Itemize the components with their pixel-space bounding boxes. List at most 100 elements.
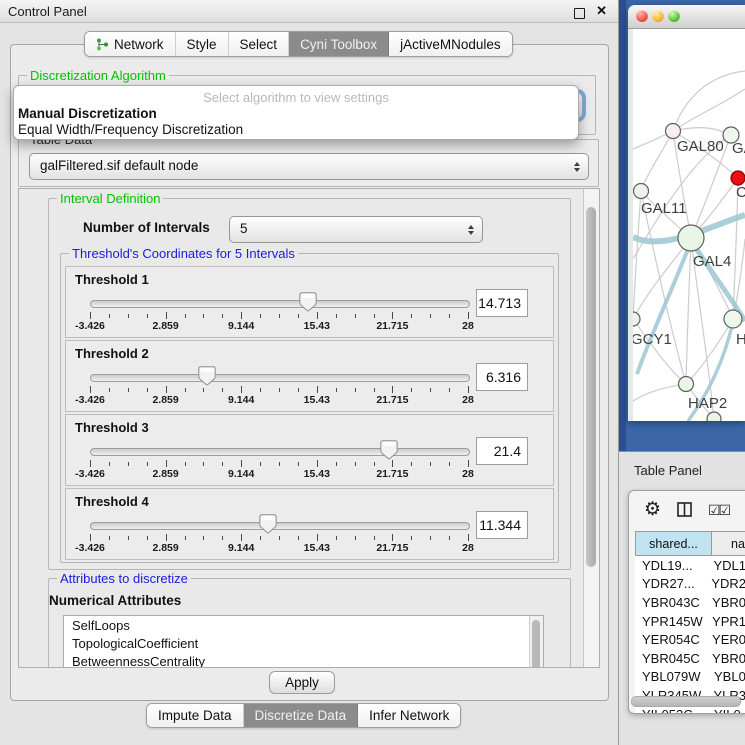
tab-network[interactable]: Network <box>85 32 176 56</box>
zoom-traffic-light-icon[interactable] <box>668 10 680 22</box>
node-label-h: H <box>736 331 745 348</box>
table-row[interactable]: YBL079WYBL0 <box>635 668 745 687</box>
network-canvas[interactable]: GAL80GACGAL11GAL4GCY1HHAP2 <box>633 29 745 421</box>
slider-track[interactable] <box>90 300 470 308</box>
table-data-value: galFiltered.sif default node <box>40 158 198 173</box>
table-data-combobox[interactable]: galFiltered.sif default node <box>29 153 589 180</box>
num-intervals-combobox[interactable]: 5 <box>229 216 483 243</box>
threshold-value-field[interactable]: 6.316 <box>476 363 528 391</box>
slider-ticks <box>90 534 468 542</box>
attribute-item-betweennesscentrality[interactable]: BetweennessCentrality <box>64 652 543 668</box>
network-edge <box>633 384 686 401</box>
table-row[interactable]: YDL19...YDL1 <box>635 556 745 575</box>
float-icon[interactable] <box>574 8 585 19</box>
panel-scrollbar[interactable] <box>583 189 599 667</box>
slider-tick-labels: -3.4262.8599.14415.4321.71528 <box>90 468 468 480</box>
tab-impute-data[interactable]: Impute Data <box>147 704 244 727</box>
threshold-value-field[interactable]: 14.713 <box>476 289 528 317</box>
bottom-tab-bar: Impute DataDiscretize DataInfer Network <box>146 703 461 728</box>
tab-select[interactable]: Select <box>229 32 290 56</box>
algorithm-hint: Select algorithm to view settings <box>14 90 578 105</box>
algorithm-option-manual-discretization[interactable]: Manual Discretization <box>14 105 578 121</box>
slider-ticks <box>90 386 468 394</box>
network-node[interactable] <box>666 124 681 139</box>
tab-label: Cyni Toolbox <box>300 37 377 52</box>
algorithm-option-equal-width-frequency-discretization[interactable]: Equal Width/Frequency Discretization <box>14 121 578 137</box>
attributes-listbox[interactable]: SelfLoopsTopologicalCoefficientBetweenne… <box>63 615 544 668</box>
cell-shared-name: YIL052C <box>635 707 714 714</box>
apply-button[interactable]: Apply <box>269 671 335 694</box>
attributes-scrollbar-thumb[interactable] <box>532 620 540 668</box>
table-row[interactable]: YBR045CYBR0 <box>635 649 745 668</box>
attribute-item-topologicalcoefficient[interactable]: TopologicalCoefficient <box>64 634 543 652</box>
threshold-value-field[interactable]: 21.4 <box>476 437 528 465</box>
network-node[interactable] <box>724 310 742 328</box>
table-header: shared... na <box>635 531 745 556</box>
network-edge <box>641 131 673 191</box>
panel-scrollbar-thumb[interactable] <box>586 207 596 567</box>
cell-shared-name: YDL19... <box>635 558 713 573</box>
network-node[interactable] <box>633 312 640 326</box>
slider-handle[interactable] <box>380 440 398 460</box>
control-panel-titlebar: Control Panel ✕ <box>0 0 618 23</box>
slider-tick-labels: -3.4262.8599.14415.4321.71528 <box>90 542 468 554</box>
combo-arrows-icon <box>574 162 580 172</box>
close-traffic-light-icon[interactable] <box>636 10 648 22</box>
slider-handle[interactable] <box>299 292 317 312</box>
slider-tick-labels: -3.4262.8599.14415.4321.71528 <box>90 320 468 332</box>
network-node[interactable] <box>634 184 649 199</box>
table-hscrollbar[interactable] <box>631 696 741 707</box>
checkbox-icon[interactable]: ☑☑ <box>708 502 729 519</box>
table-data-group: Table Data galFiltered.sif default node <box>18 139 599 187</box>
network-view-background: GAL80GACGAL11GAL4GCY1HHAP2 <box>619 0 745 451</box>
slider-tick-labels: -3.4262.8599.14415.4321.71528 <box>90 394 468 406</box>
tab-style[interactable]: Style <box>176 32 229 56</box>
cell-name: YBR0 <box>712 595 745 610</box>
column-header-shared-name[interactable]: shared... <box>635 531 712 556</box>
tab-label: Style <box>187 37 217 52</box>
table-row[interactable]: YER054CYER0 <box>635 630 745 649</box>
network-node[interactable] <box>707 412 721 421</box>
num-intervals-value: 5 <box>240 221 248 236</box>
network-icon <box>96 38 109 51</box>
node-label-gcy1: GCY1 <box>633 331 672 348</box>
network-window: GAL80GACGAL11GAL4GCY1HHAP2 <box>628 5 745 421</box>
cyni-toolbox-panel: Discretization Algorithm Select algorith… <box>10 44 609 701</box>
interval-definition-group: Interval Definition Number of Intervals … <box>48 198 571 570</box>
tab-discretize-data[interactable]: Discretize Data <box>244 704 359 727</box>
slider-track[interactable] <box>90 374 470 382</box>
node-label-c: C <box>736 184 745 201</box>
tab-jactivemnodules[interactable]: jActiveMNodules <box>389 32 512 56</box>
attributes-group: Attributes to discretize Numerical Attri… <box>48 578 571 668</box>
table-row[interactable]: YDR27...YDR2 <box>635 575 745 594</box>
table-panel-window: ⚙ ☑☑ shared... na YDL19...YDL1YDR27...YD… <box>628 490 745 714</box>
column-header-name[interactable]: na <box>712 531 745 556</box>
slider-handle[interactable] <box>198 366 216 386</box>
threshold-value-field[interactable]: 11.344 <box>476 511 528 539</box>
cell-shared-name: YDR27... <box>635 576 711 591</box>
right-area: GAL80GACGAL11GAL4GCY1HHAP2 Table Panel ⚙… <box>619 0 745 745</box>
gear-icon[interactable]: ⚙ <box>644 498 661 521</box>
columns-icon[interactable] <box>677 502 693 523</box>
attributes-scrollbar[interactable] <box>529 616 543 668</box>
close-icon[interactable]: ✕ <box>596 3 607 19</box>
algorithm-options: Manual DiscretizationEqual Width/Frequen… <box>14 105 578 137</box>
slider-track[interactable] <box>90 448 470 456</box>
network-graph: GAL80GACGAL11GAL4GCY1HHAP2 <box>633 29 745 421</box>
minimize-traffic-light-icon[interactable] <box>652 10 664 22</box>
cell-name: YDR2 <box>711 576 745 591</box>
slider-handle[interactable] <box>259 514 277 534</box>
tab-infer-network[interactable]: Infer Network <box>358 704 460 727</box>
slider-track[interactable] <box>90 522 470 530</box>
network-node[interactable] <box>679 377 694 392</box>
network-node[interactable] <box>731 171 745 185</box>
network-node[interactable] <box>678 225 704 251</box>
table-row[interactable]: YBR043CYBR0 <box>635 593 745 612</box>
network-edge <box>673 128 731 135</box>
tab-cyni-toolbox[interactable]: Cyni Toolbox <box>289 32 389 56</box>
interval-definition-legend: Interval Definition <box>57 191 163 206</box>
tab-label: Network <box>114 37 164 52</box>
cell-shared-name: YER054C <box>635 632 712 647</box>
attribute-item-selfloops[interactable]: SelfLoops <box>64 616 543 634</box>
table-row[interactable]: YPR145WYPR1 <box>635 612 745 631</box>
